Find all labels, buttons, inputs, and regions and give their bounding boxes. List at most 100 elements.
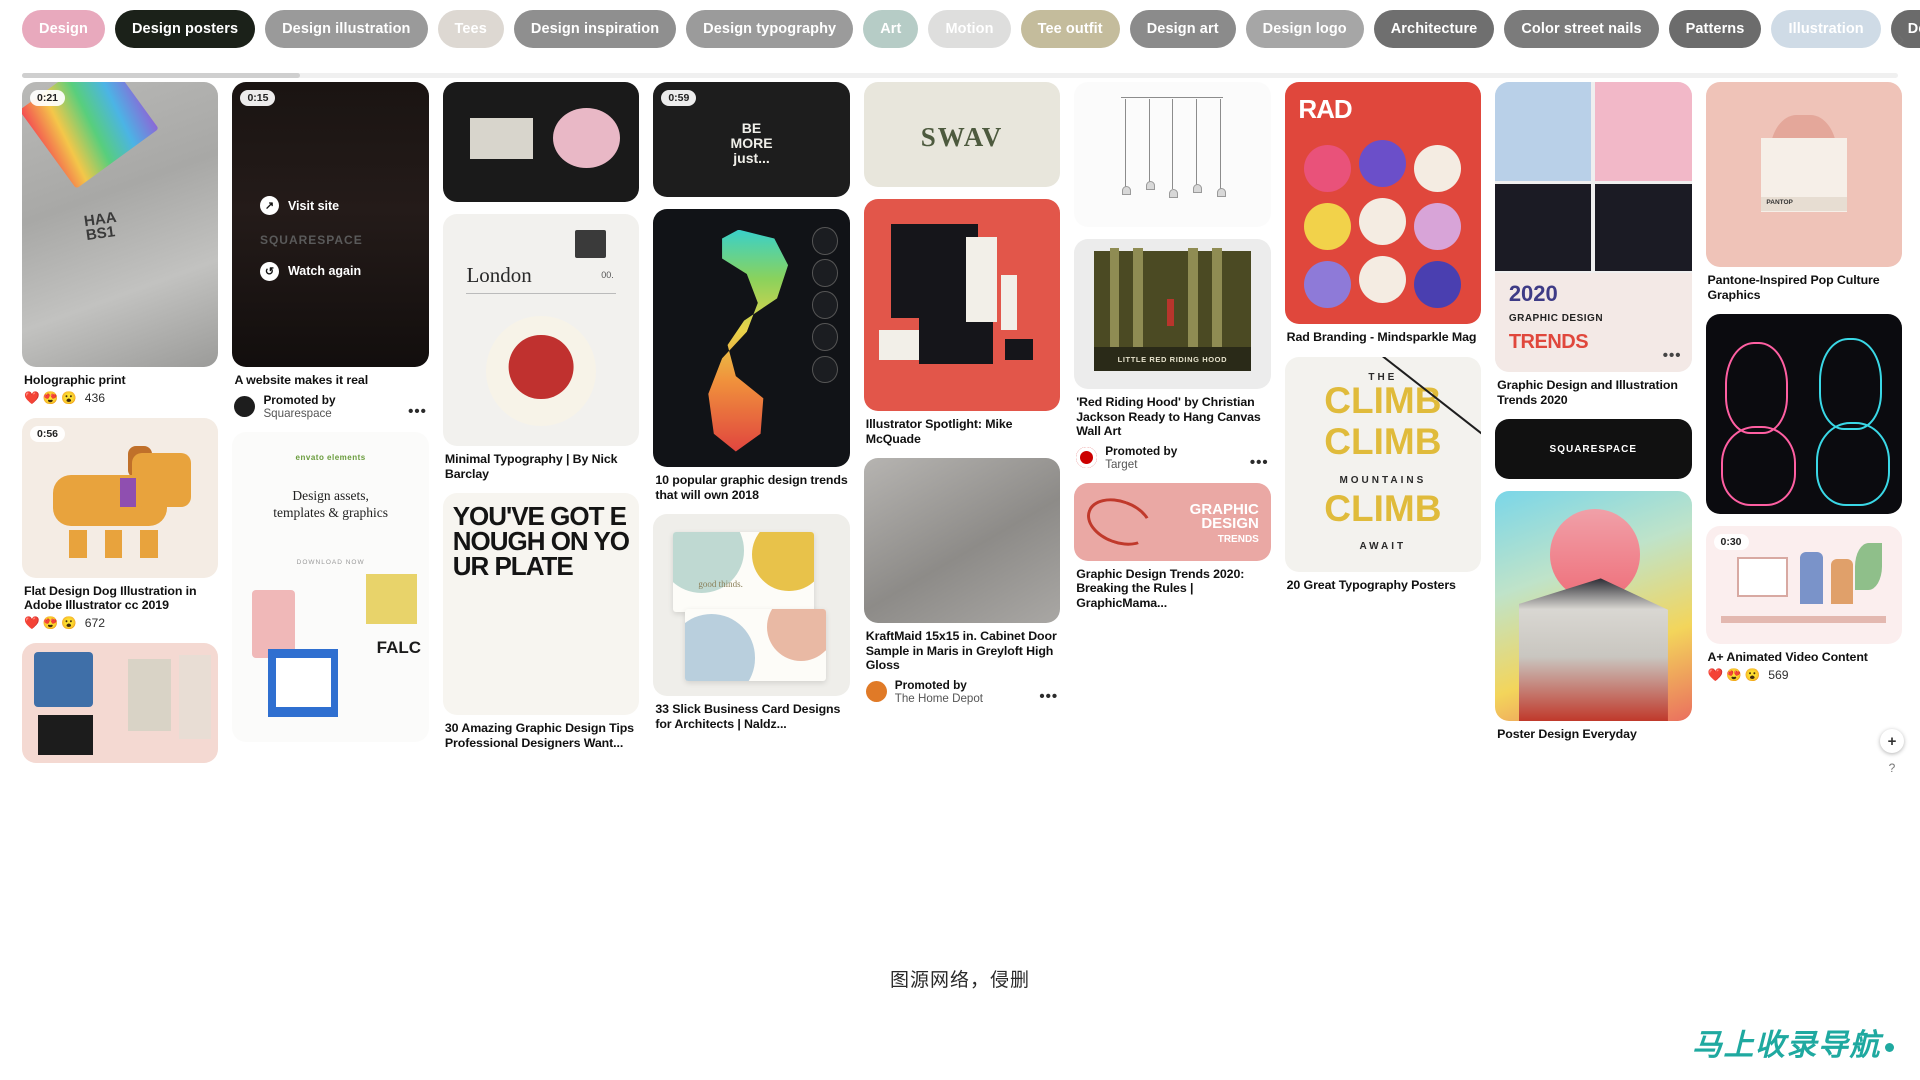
pin-image[interactable]: [442, 82, 640, 202]
art-graphic-design-label: GRAPHIC DESIGN: [1508, 312, 1604, 324]
pin-card[interactable]: PANTOP Pantone-Inspired Pop Culture Grap…: [1705, 82, 1902, 302]
pin-image[interactable]: London 00.: [442, 214, 640, 446]
zoom-in-button[interactable]: +: [1880, 729, 1904, 753]
pin-card[interactable]: 0:59 BE MORE just...: [653, 82, 850, 197]
pin-card[interactable]: Illustrator Spotlight: Mike McQuade: [863, 199, 1061, 446]
art-year-label: 2020: [1508, 281, 1558, 307]
pin-image[interactable]: [22, 642, 219, 763]
pin-image[interactable]: [863, 458, 1061, 623]
more-options-icon[interactable]: •••: [1250, 454, 1269, 471]
filter-chip-design-typography[interactable]: Design typography: [686, 10, 854, 48]
pin-reactions: ❤️ 😍 😮 569: [1708, 668, 1900, 683]
pin-image[interactable]: THE CLIMB CLIMB MOUNTAINS CLIMB AWAIT: [1284, 356, 1482, 572]
watch-again-overlay-button[interactable]: ↺ Watch again: [259, 261, 361, 281]
pin-title: 10 popular graphic design trends that wi…: [655, 473, 848, 502]
video-duration-badge: 0:30: [1713, 534, 1749, 550]
pin-image[interactable]: YOU'VE GOT ENOUGH ON YOUR PLATE: [442, 493, 640, 715]
reaction-love-icon: 😍: [42, 615, 59, 630]
pin-image[interactable]: SWAV: [863, 82, 1061, 187]
pin-image[interactable]: [653, 209, 850, 467]
reaction-love-icon: 😍: [1726, 667, 1742, 682]
pin-image[interactable]: 0:21: [22, 82, 219, 367]
promoted-row[interactable]: Promoted by Target •••: [1076, 444, 1269, 471]
art-design-label: DESIGN: [1201, 514, 1259, 532]
pin-card[interactable]: good thinds. 33 Slick Business Card Desi…: [653, 514, 850, 731]
video-duration-badge: 0:15: [240, 90, 276, 106]
filter-chip-color-street-nails[interactable]: Color street nails: [1504, 10, 1659, 48]
filter-chip-art[interactable]: Art: [863, 10, 919, 48]
filter-chip-tees[interactable]: Tees: [437, 10, 504, 48]
filter-chip-design-illustration[interactable]: Design illustration: [265, 10, 428, 48]
pin-card[interactable]: RAD Rad Branding - Mindsparkle Mag: [1284, 82, 1482, 345]
pin-image[interactable]: good thinds.: [653, 514, 850, 696]
pin-card[interactable]: [1705, 314, 1902, 514]
pin-card[interactable]: SWAV: [863, 82, 1061, 187]
avatar: [1076, 447, 1098, 468]
pin-card[interactable]: [22, 642, 219, 763]
filter-chip-design-inspiration[interactable]: Design inspiration: [513, 10, 677, 48]
art-trends-label: TRENDS: [1217, 533, 1259, 545]
promoted-advertiser: The Home Depot: [894, 691, 984, 705]
pin-image[interactable]: [1705, 314, 1902, 514]
pin-card[interactable]: [442, 82, 640, 202]
pin-image[interactable]: [1074, 82, 1271, 227]
pin-card[interactable]: envato elements Design assets, templates…: [232, 431, 429, 742]
pin-image[interactable]: LITTLE RED RIDING HOOD: [1074, 239, 1271, 389]
pin-card[interactable]: SQUARESPACE: [1495, 419, 1692, 479]
pin-card[interactable]: GRAPHIC DESIGN TRENDS Graphic Design Tre…: [1074, 482, 1271, 611]
pin-image[interactable]: [1495, 491, 1692, 721]
pin-card[interactable]: 0:21 Holographic print ❤️ 😍 😮 436: [22, 82, 219, 406]
pin-image[interactable]: RAD: [1284, 82, 1482, 324]
filter-chip-tee-outfit[interactable]: Tee outfit: [1020, 10, 1120, 48]
pin-title: Poster Design Everyday: [1497, 727, 1637, 741]
pin-image[interactable]: 0:30: [1705, 526, 1902, 644]
art-london-label: London: [466, 262, 532, 287]
pin-card[interactable]: 2020 GRAPHIC DESIGN TRENDS ••• Graphic D…: [1495, 82, 1692, 407]
filter-chip-design-art[interactable]: Design art: [1129, 10, 1236, 48]
filter-chip-design-posters[interactable]: Design posters: [114, 10, 256, 48]
pin-card[interactable]: 0:56 Flat Design Dog Illustration in Ado…: [22, 417, 219, 631]
pin-card[interactable]: LITTLE RED RIDING HOOD 'Red Riding Hood'…: [1074, 239, 1271, 471]
pin-card[interactable]: Poster Design Everyday: [1495, 491, 1692, 742]
pin-image[interactable]: SQUARESPACE: [1495, 419, 1692, 479]
more-options-icon[interactable]: •••: [1663, 347, 1682, 364]
visit-site-overlay-button[interactable]: ↗ Visit site: [259, 196, 339, 215]
pin-image[interactable]: [863, 199, 1061, 411]
pin-image[interactable]: 0:15 ↗ Visit site SQUARESPACE ↺ Watch ag…: [232, 82, 429, 367]
filter-chip-design[interactable]: Design: [22, 10, 105, 48]
pin-image[interactable]: PANTOP: [1705, 82, 1902, 267]
watermark-dot-icon: [1885, 1042, 1894, 1052]
more-options-icon[interactable]: •••: [1039, 688, 1058, 705]
pin-image[interactable]: 0:56: [22, 417, 219, 578]
pin-card[interactable]: YOU'VE GOT ENOUGH ON YOUR PLATE 30 Amazi…: [442, 493, 640, 750]
filter-chip-design-logo[interactable]: Design logo: [1245, 10, 1364, 48]
pin-card[interactable]: [1074, 82, 1271, 227]
promoted-row[interactable]: Promoted by The Home Depot •••: [865, 678, 1058, 705]
pin-title: 30 Amazing Graphic Design Tips Professio…: [444, 721, 634, 750]
filter-chip-architecture[interactable]: Architecture: [1373, 10, 1495, 48]
pin-image[interactable]: 0:59 BE MORE just...: [653, 82, 850, 197]
help-icon[interactable]: ?: [1880, 761, 1904, 775]
art-card-text: good thinds.: [698, 578, 743, 589]
filter-chip-illustration[interactable]: Illustration: [1771, 10, 1881, 48]
promoted-advertiser: Squarespace: [263, 406, 332, 420]
chevron-right-icon[interactable]: ›: [1888, 26, 1914, 52]
more-options-icon[interactable]: •••: [408, 403, 427, 420]
pin-image[interactable]: envato elements Design assets, templates…: [232, 431, 429, 742]
promoted-row[interactable]: Promoted by Squarespace •••: [234, 393, 427, 420]
zoom-controls[interactable]: + ?: [1880, 729, 1904, 775]
pin-card[interactable]: 0:15 ↗ Visit site SQUARESPACE ↺ Watch ag…: [232, 82, 429, 420]
pin-image[interactable]: GRAPHIC DESIGN TRENDS: [1074, 482, 1271, 561]
art-falc-label: FALC: [376, 637, 422, 657]
pin-card[interactable]: KraftMaid 15x15 in. Cabinet Door Sample …: [863, 458, 1061, 705]
pin-card[interactable]: 0:30 A+ Animated Video Content ❤️ 😍 😮 56…: [1705, 526, 1902, 683]
filter-chip-motion[interactable]: Motion: [928, 10, 1011, 48]
pin-image[interactable]: 2020 GRAPHIC DESIGN TRENDS •••: [1495, 82, 1692, 372]
filter-chip-bar[interactable]: Design Design posters Design illustration T…: [0, 0, 1920, 60]
pin-card[interactable]: 10 popular graphic design trends that wi…: [653, 209, 850, 502]
filter-chip-patterns[interactable]: Patterns: [1668, 10, 1762, 48]
chip-scrollbar-thumb[interactable]: [22, 73, 300, 78]
pin-card[interactable]: THE CLIMB CLIMB MOUNTAINS CLIMB AWAIT 20…: [1284, 356, 1482, 593]
pin-title: KraftMaid 15x15 in. Cabinet Door Sample …: [865, 629, 1057, 672]
pin-card[interactable]: London 00. Minimal Typography | By Nick …: [442, 214, 640, 481]
